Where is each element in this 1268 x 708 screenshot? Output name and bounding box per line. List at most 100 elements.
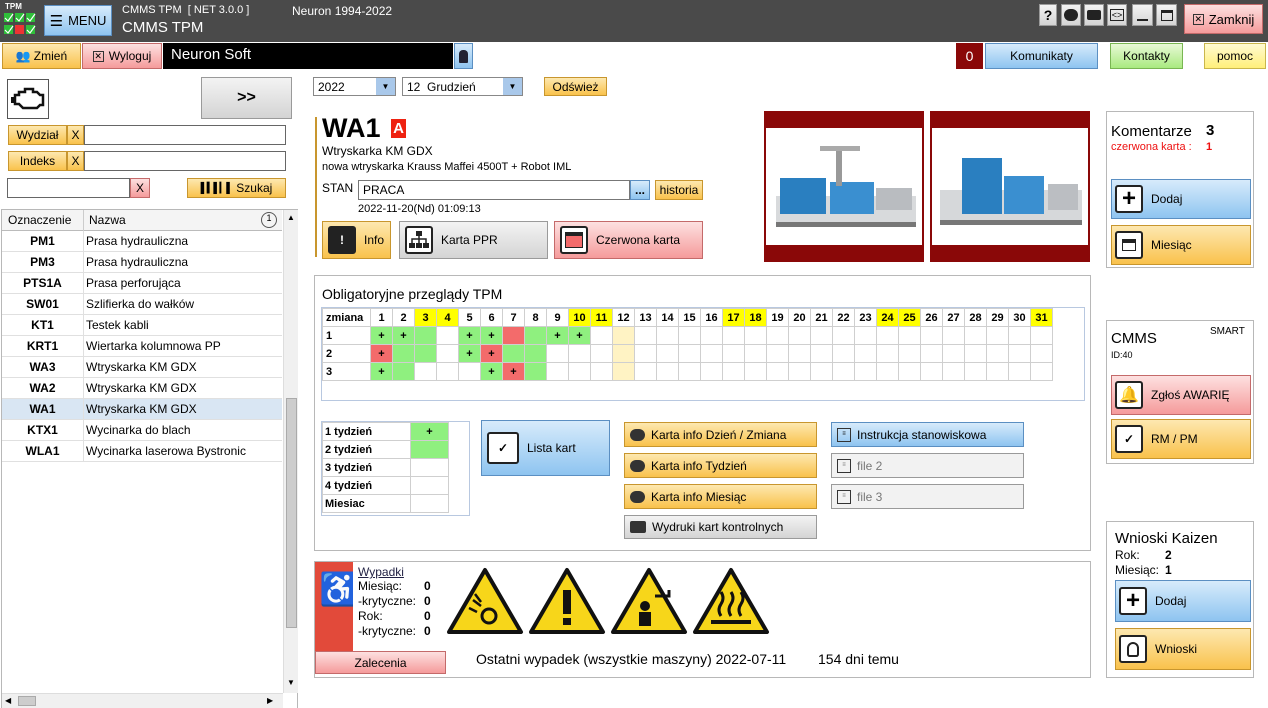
tpm-cell[interactable] [656, 344, 679, 363]
tpm-cell[interactable] [458, 362, 481, 381]
tpm-cell[interactable] [854, 362, 877, 381]
table-row[interactable]: KRT1 Wiertarka kolumnowa PP [2, 336, 282, 357]
tpm-cell[interactable]: + [502, 362, 525, 381]
logout-button[interactable]: ✕ Wyloguj [82, 43, 162, 69]
tpm-cell[interactable] [590, 344, 613, 363]
tpm-cell[interactable] [612, 344, 635, 363]
tpm-cell[interactable] [1008, 326, 1031, 345]
index-clear-button[interactable]: X [67, 151, 84, 171]
menu-button[interactable]: ☰ MENU [44, 5, 112, 36]
table-row[interactable]: PM3 Prasa hydrauliczna [2, 252, 282, 273]
close-button[interactable]: ✕ Zamknij [1184, 4, 1263, 34]
tpm-cell[interactable] [832, 344, 855, 363]
tpm-cell[interactable] [964, 362, 987, 381]
tpm-cell[interactable] [788, 362, 811, 381]
next-button[interactable]: >> [201, 77, 292, 119]
tpm-cell[interactable] [634, 326, 657, 345]
table-row[interactable]: SW01 Szlifierka do wałków [2, 294, 282, 315]
week-cell[interactable] [410, 440, 449, 459]
tpm-cell[interactable] [590, 326, 613, 345]
index-input[interactable] [84, 151, 286, 171]
tpm-cell[interactable] [678, 344, 701, 363]
refresh-button[interactable]: Odśwież [544, 77, 607, 96]
tpm-cell[interactable] [920, 344, 943, 363]
history-button[interactable]: historia [655, 180, 703, 200]
year-select[interactable]: 2022 ▼ [313, 77, 396, 96]
tpm-cell[interactable] [436, 362, 459, 381]
report-failure-button[interactable]: 🔔 Zgłoś AWARIĘ [1111, 375, 1251, 415]
tpm-cell[interactable] [656, 326, 679, 345]
file-button[interactable]: ≡ Instrukcja stanowiskowa [831, 422, 1024, 447]
tpm-cell[interactable] [700, 326, 723, 345]
tpm-cell[interactable] [876, 344, 899, 363]
search-clear-button[interactable]: X [130, 178, 150, 198]
tpm-cell[interactable] [986, 344, 1009, 363]
help-link-button[interactable]: pomoc [1204, 43, 1266, 69]
tpm-cell[interactable] [766, 344, 789, 363]
contacts-button[interactable]: Kontakty [1110, 43, 1183, 69]
tpm-cell[interactable] [876, 362, 899, 381]
file-button[interactable]: ≡ file 2 [831, 453, 1024, 478]
column-header-name[interactable]: Nazwa [89, 213, 126, 227]
tpm-cell[interactable] [986, 362, 1009, 381]
tpm-cell[interactable] [678, 326, 701, 345]
week-cell[interactable] [410, 476, 449, 495]
scroll-left-icon[interactable]: ◀ [5, 696, 11, 705]
department-input[interactable] [84, 125, 286, 145]
tpm-cell[interactable] [414, 362, 437, 381]
week-cell[interactable]: + [410, 422, 449, 441]
month-select[interactable]: 12 Grudzień ▼ [402, 77, 523, 96]
tpm-cell[interactable] [854, 344, 877, 363]
tpm-cell[interactable] [546, 362, 569, 381]
tpm-cell[interactable]: + [546, 326, 569, 345]
tpm-cell[interactable] [502, 344, 525, 363]
tpm-cell[interactable] [986, 326, 1009, 345]
table-row[interactable]: KT1 Testek kabli [2, 315, 282, 336]
info-button[interactable]: ! Info [322, 221, 391, 259]
tpm-cell[interactable] [810, 362, 833, 381]
filter-icon[interactable]: 1 [261, 212, 277, 228]
week-cell[interactable] [410, 458, 449, 477]
tpm-cell[interactable] [898, 326, 921, 345]
tpm-cell[interactable] [898, 344, 921, 363]
tpm-cell[interactable] [524, 362, 547, 381]
tpm-cell[interactable]: + [480, 344, 503, 363]
tpm-cell[interactable] [524, 344, 547, 363]
tpm-cell[interactable] [832, 326, 855, 345]
tpm-cell[interactable]: + [392, 326, 415, 345]
column-header-code[interactable]: Oznaczenie [8, 213, 71, 227]
tpm-cell[interactable] [634, 344, 657, 363]
tpm-cell[interactable]: + [480, 362, 503, 381]
chat-button[interactable] [1061, 4, 1081, 26]
horizontal-scrollbar[interactable]: ◀ ▶ [2, 693, 283, 708]
accidents-title[interactable]: Wypadki [358, 565, 441, 579]
scroll-h-thumb[interactable] [18, 696, 36, 706]
tpm-cell[interactable]: + [458, 326, 481, 345]
table-row[interactable]: KTX1 Wycinarka do blach [2, 420, 282, 441]
tpm-cell[interactable]: + [370, 362, 393, 381]
tpm-cell[interactable] [766, 326, 789, 345]
tpm-cell[interactable] [832, 362, 855, 381]
camera-button[interactable] [1084, 4, 1104, 26]
scroll-thumb[interactable] [286, 398, 297, 628]
add-comment-button[interactable]: + Dodaj [1111, 179, 1251, 219]
tpm-cell[interactable] [810, 326, 833, 345]
help-button[interactable]: ? [1039, 4, 1057, 26]
tpm-cell[interactable] [964, 326, 987, 345]
list-cards-button[interactable]: ✓ Lista kart [481, 420, 610, 476]
tpm-cell[interactable] [810, 344, 833, 363]
tpm-cell[interactable] [1030, 326, 1053, 345]
table-row[interactable]: WLA1 Wycinarka laserowa Bystronic [2, 441, 282, 462]
department-clear-button[interactable]: X [67, 125, 84, 145]
tpm-cell[interactable] [964, 344, 987, 363]
recommendations-button[interactable]: Zalecenia [315, 651, 446, 674]
tpm-cell[interactable] [568, 362, 591, 381]
tpm-cell[interactable] [1008, 344, 1031, 363]
minimize-button[interactable] [1132, 4, 1153, 26]
tpm-cell[interactable] [722, 362, 745, 381]
scroll-down-icon[interactable]: ▼ [287, 678, 295, 687]
tpm-cell[interactable] [590, 362, 613, 381]
tpm-cell[interactable] [546, 344, 569, 363]
week-cell[interactable] [410, 494, 449, 513]
tpm-cell[interactable] [700, 362, 723, 381]
